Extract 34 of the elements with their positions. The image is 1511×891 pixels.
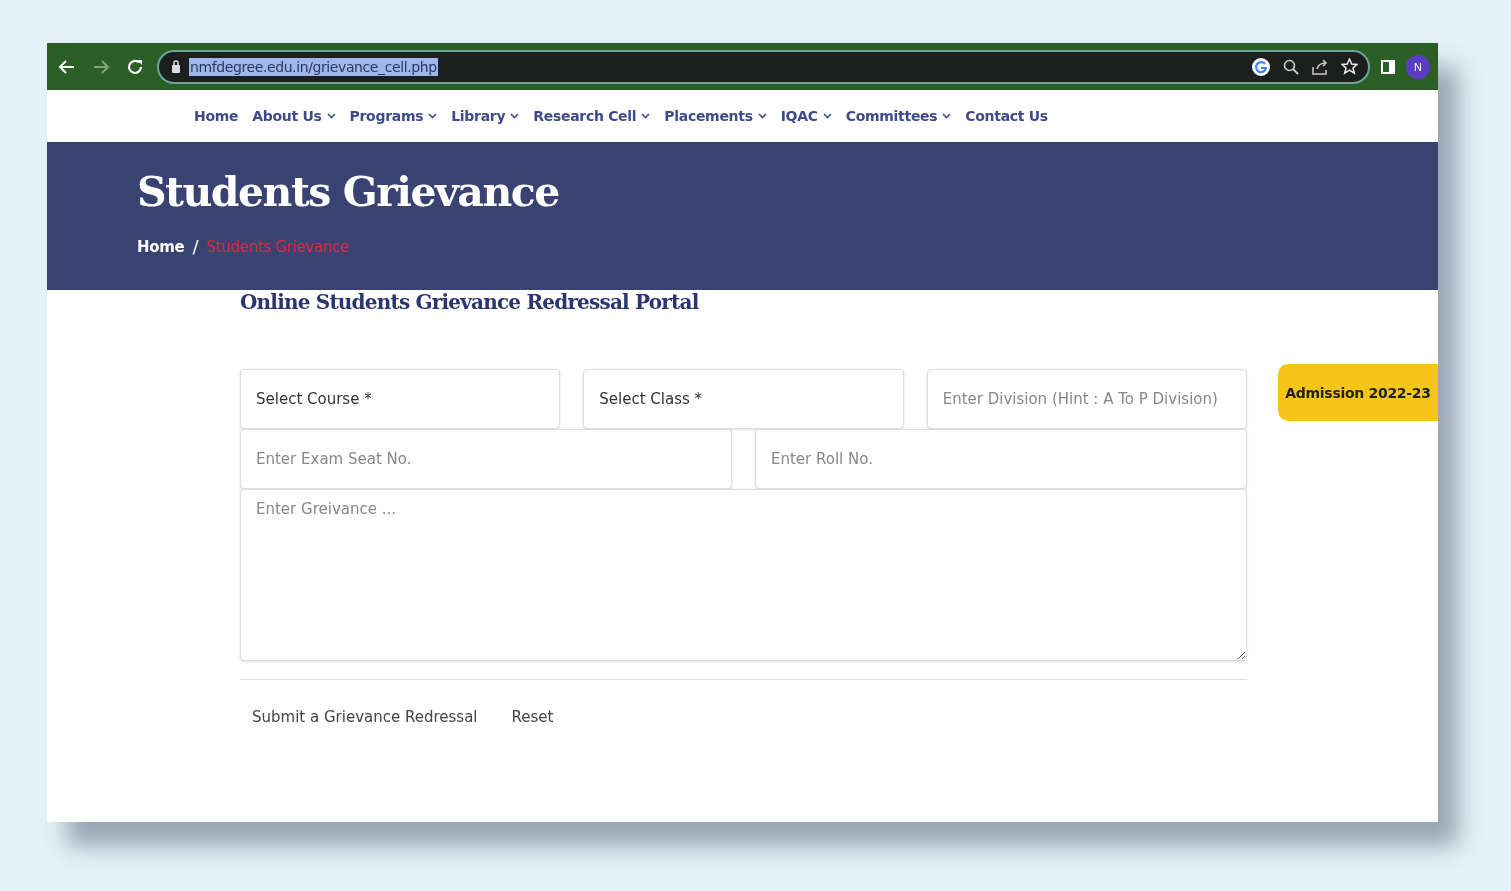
input-field[interactable]: Enter Exam Seat No.	[240, 429, 732, 489]
back-arrow-icon	[58, 58, 76, 75]
address-bar[interactable]: nmfdegree.edu.in/grievance_cell.php	[157, 49, 1370, 84]
select-field[interactable]: Select Class *	[583, 369, 904, 429]
nav-link[interactable]: Contact Us	[965, 108, 1048, 124]
nav-link[interactable]: Placements	[664, 108, 767, 124]
nav-link[interactable]: Home	[194, 108, 239, 124]
form-button[interactable]: Reset	[499, 702, 566, 732]
zoom-icon[interactable]	[1283, 58, 1299, 75]
lock-icon	[171, 60, 181, 73]
admission-tab[interactable]: Admission 2022-23	[1278, 364, 1438, 421]
nav-link[interactable]: Research Cell	[533, 108, 651, 124]
nav-link[interactable]: Library	[451, 108, 520, 124]
input-field[interactable]: Enter Roll No.	[755, 429, 1247, 489]
page-title: Students Grievance	[137, 168, 560, 216]
url-text: nmfdegree.edu.in/grievance_cell.php	[189, 57, 438, 76]
nav-link[interactable]: IQAC	[780, 108, 832, 124]
input-field[interactable]: Enter Division (Hint : A To P Division)	[926, 369, 1247, 429]
nav-link[interactable]: Programs	[349, 108, 438, 124]
star-icon[interactable]	[1341, 58, 1358, 75]
select-field[interactable]: Select Course *	[240, 369, 561, 429]
breadcrumb-separator: /	[192, 236, 199, 257]
reload-icon	[126, 57, 144, 76]
forward-arrow-icon	[92, 58, 110, 75]
breadcrumb-link[interactable]: Home	[137, 237, 185, 256]
profile-avatar[interactable]: N	[1406, 54, 1430, 79]
share-icon[interactable]	[1311, 58, 1329, 75]
nav-link[interactable]: About Us	[252, 108, 336, 124]
g-logo-icon[interactable]	[1251, 56, 1271, 77]
form-heading: Online Students Grievance Redressal Portal	[240, 290, 700, 314]
text-area[interactable]: Enter Greivance ...	[240, 489, 1247, 661]
form-button[interactable]: Submit a Grievance Redressal	[240, 702, 490, 732]
side-panel-icon[interactable]	[1380, 58, 1396, 75]
nav-link[interactable]: Committees	[845, 108, 952, 124]
